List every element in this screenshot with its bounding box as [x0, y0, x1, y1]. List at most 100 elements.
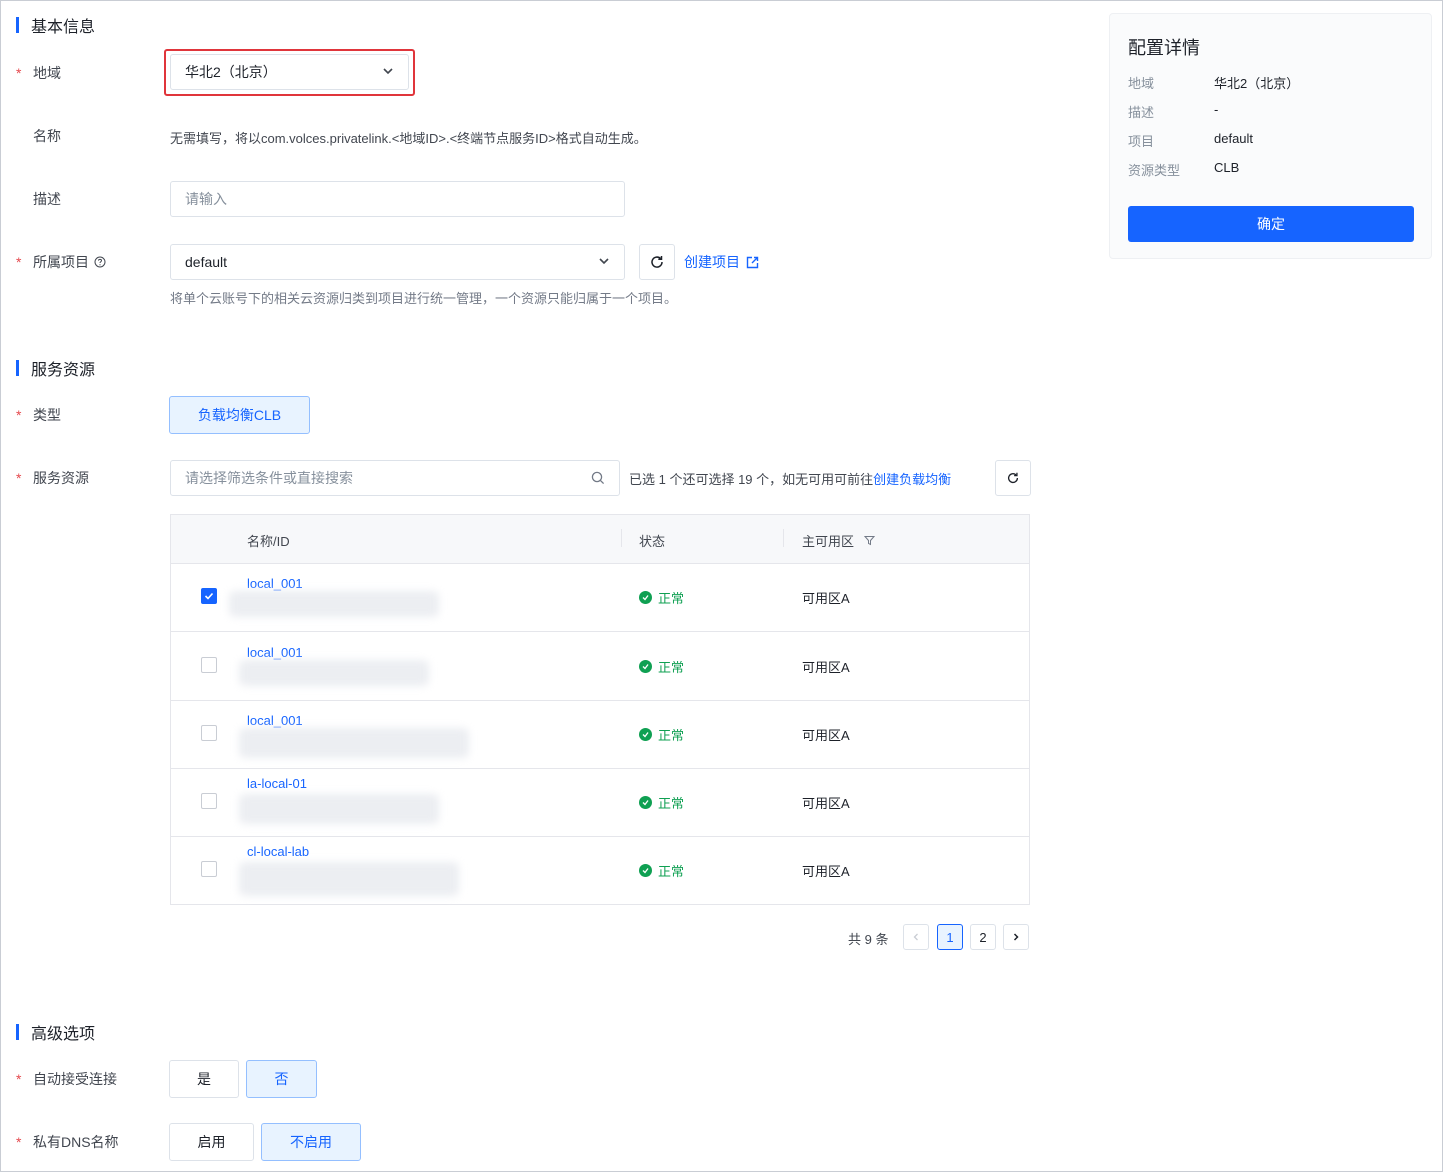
auto-accept-no-button[interactable]: 否: [246, 1060, 317, 1098]
row-checkbox[interactable]: [201, 657, 217, 673]
resource-label-text: 服务资源: [33, 470, 89, 486]
success-check-icon: [639, 660, 652, 673]
type-label-text: 类型: [33, 407, 61, 423]
col-divider: [621, 529, 622, 547]
table-row[interactable]: local_001 正常 可用区A: [171, 563, 1029, 632]
create-project-link-text: 创建项目: [684, 254, 740, 270]
page-button-1[interactable]: 1: [937, 924, 963, 950]
table-row[interactable]: local_001 正常 可用区A: [171, 700, 1029, 769]
dns-label-text: 私有DNS名称: [33, 1134, 119, 1150]
name-hint: 无需填写，将以com.volces.privatelink.<地域ID>.<终端…: [170, 131, 647, 146]
auto-accept-yes-button[interactable]: 是: [169, 1060, 239, 1098]
redacted-id: [239, 660, 429, 686]
row-checkbox[interactable]: [201, 588, 217, 604]
resource-search-placeholder: 请选择筛选条件或直接搜索: [185, 470, 353, 486]
prev-page-button[interactable]: [903, 924, 929, 950]
summary-region-value: 华北2（北京）: [1214, 76, 1300, 91]
row-status-text: 正常: [658, 660, 685, 675]
chevron-left-icon: [911, 932, 921, 942]
page-button-2[interactable]: 2: [970, 924, 996, 950]
type-clb-button[interactable]: 负载均衡CLB: [169, 396, 310, 434]
project-label: * 所属项目: [16, 252, 106, 272]
region-label-text: 地域: [33, 65, 61, 81]
section-marker: [16, 17, 19, 33]
summary-project-key: 项目: [1128, 134, 1155, 149]
refresh-icon: [649, 254, 665, 270]
success-check-icon: [639, 796, 652, 809]
table-header: 名称/ID 状态 主可用区: [171, 515, 1029, 564]
project-select[interactable]: default: [170, 244, 625, 280]
dns-disable-button[interactable]: 不启用: [261, 1123, 361, 1161]
row-status-text: 正常: [658, 728, 685, 743]
row-zone: 可用区A: [802, 864, 850, 879]
resource-search-input[interactable]: 请选择筛选条件或直接搜索: [170, 460, 620, 496]
col-zone-header-text: 主可用区: [802, 534, 855, 549]
create-project-link[interactable]: 创建项目: [684, 252, 759, 272]
required-mark: *: [16, 254, 22, 270]
row-checkbox[interactable]: [201, 725, 217, 741]
row-zone: 可用区A: [802, 796, 850, 811]
auto-accept-label: * 自动接受连接: [16, 1069, 117, 1089]
region-label: * 地域: [16, 63, 61, 83]
desc-label: 描述: [16, 189, 61, 209]
summary-desc-key: 描述: [1128, 105, 1155, 120]
refresh-resource-button[interactable]: [995, 460, 1031, 496]
row-zone: 可用区A: [802, 591, 850, 606]
description-input[interactable]: 请输入: [170, 181, 625, 217]
refresh-project-button[interactable]: [639, 244, 675, 280]
success-check-icon: [639, 591, 652, 604]
row-status: 正常: [639, 861, 684, 880]
row-status: 正常: [639, 793, 684, 812]
check-icon: [202, 589, 216, 603]
resource-table: 名称/ID 状态 主可用区 local_001 正常 可用区A local_00…: [170, 514, 1030, 905]
dns-enable-button[interactable]: 启用: [169, 1123, 254, 1161]
section-marker: [16, 360, 19, 376]
table-row[interactable]: la-local-01 正常 可用区A: [171, 768, 1029, 837]
success-check-icon: [639, 728, 652, 741]
dns-label: * 私有DNS名称: [16, 1132, 119, 1152]
type-clb-label: 负载均衡CLB: [197, 407, 282, 423]
region-select-value: 华北2（北京）: [185, 64, 277, 80]
auto-accept-no-label: 否: [274, 1071, 289, 1087]
col-name-header: 名称/ID: [247, 534, 290, 549]
table-row[interactable]: cl-local-lab 正常 可用区A: [171, 836, 1029, 904]
row-name[interactable]: la-local-01: [247, 776, 307, 791]
row-name[interactable]: local_001: [247, 645, 303, 660]
summary-project-value: default: [1214, 131, 1254, 146]
row-name[interactable]: cl-local-lab: [247, 844, 309, 859]
row-status: 正常: [639, 657, 684, 676]
row-name[interactable]: local_001: [247, 713, 303, 728]
external-link-icon: [746, 256, 759, 269]
dns-enable-label: 启用: [197, 1134, 226, 1150]
filter-icon[interactable]: [864, 535, 876, 546]
region-select[interactable]: 华北2（北京）: [170, 54, 409, 90]
refresh-icon: [1006, 471, 1020, 485]
row-status: 正常: [639, 588, 684, 607]
row-status: 正常: [639, 725, 684, 744]
row-zone: 可用区A: [802, 660, 850, 675]
create-clb-link[interactable]: 创建负载均衡: [873, 472, 951, 487]
row-status-text: 正常: [658, 864, 685, 879]
search-icon[interactable]: [591, 471, 605, 485]
row-name[interactable]: local_001: [247, 576, 303, 591]
name-label-text: 名称: [33, 128, 61, 144]
row-checkbox[interactable]: [201, 861, 217, 877]
selection-info: 已选 1 个还可选择 19 个，如无可用可前往创建负载均衡: [629, 469, 951, 488]
resource-label: * 服务资源: [16, 468, 89, 488]
project-select-value: default: [185, 254, 228, 270]
section-service-title: 服务资源: [16, 356, 95, 380]
help-circle-icon[interactable]: [94, 256, 106, 268]
summary-title: 配置详情: [1128, 38, 1200, 58]
page-number: 2: [979, 929, 987, 945]
row-checkbox[interactable]: [201, 793, 217, 809]
page-number: 1: [946, 929, 954, 945]
next-page-button[interactable]: [1003, 924, 1029, 950]
summary-desc-value: -: [1214, 102, 1219, 117]
chevron-right-icon: [1011, 932, 1021, 942]
redacted-id: [229, 591, 439, 617]
project-hint: 将单个云账号下的相关云资源归类到项目进行统一管理，一个资源只能归属于一个项目。: [170, 291, 678, 306]
table-row[interactable]: local_001 正常 可用区A: [171, 632, 1029, 701]
confirm-button[interactable]: 确定: [1128, 206, 1414, 242]
chevron-down-icon: [382, 64, 394, 80]
section-basic-label: 基本信息: [31, 19, 96, 36]
